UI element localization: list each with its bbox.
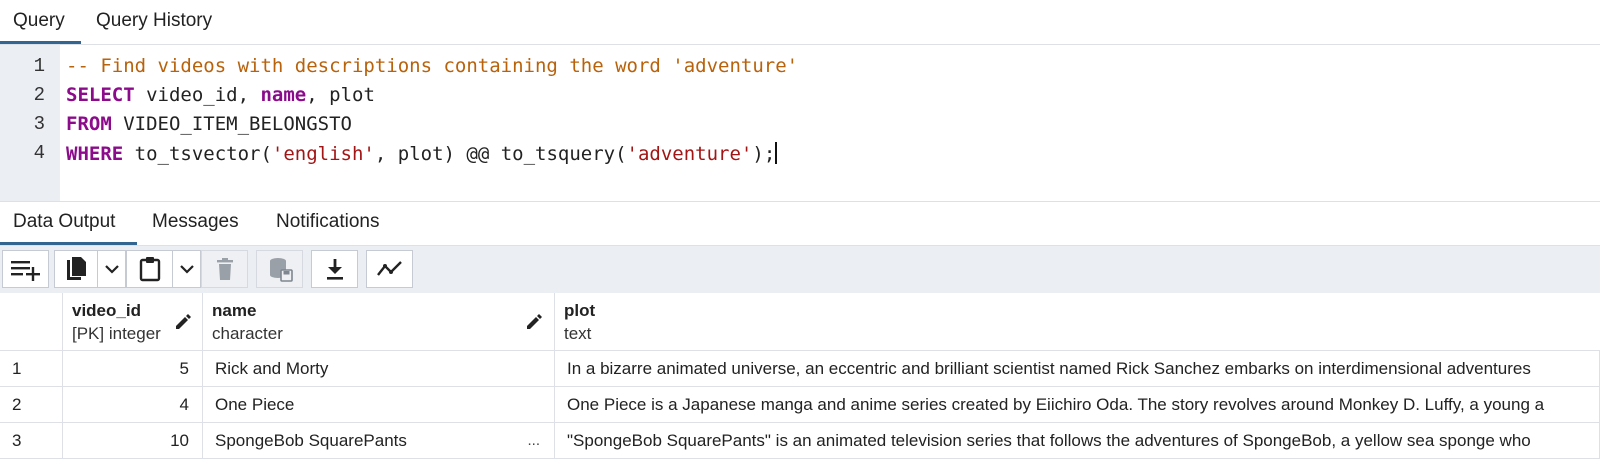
sql-keyword: SELECT	[66, 84, 135, 106]
cell-plot[interactable]: "SpongeBob SquarePants" is an animated t…	[555, 423, 1600, 459]
tab-messages[interactable]: Messages	[139, 202, 252, 245]
chevron-down-icon	[179, 265, 194, 274]
row-number-header[interactable]	[0, 293, 63, 351]
line-number: 2	[33, 84, 45, 106]
cell-video-id[interactable]: 5	[63, 351, 203, 387]
row-number[interactable]: 1	[0, 351, 63, 387]
tab-query[interactable]: Query	[0, 0, 81, 44]
column-name: name	[212, 301, 257, 320]
copy-button[interactable]	[54, 250, 98, 288]
cell-name[interactable]: Rick and Morty	[203, 351, 555, 387]
row-number[interactable]: 3	[0, 423, 63, 459]
sql-text: , plot	[306, 84, 375, 106]
cell-video-id[interactable]: 10	[63, 423, 203, 459]
query-tabs: Query Query History	[0, 0, 1600, 45]
sql-comment: -- Find videos with descriptions contain…	[66, 55, 799, 77]
sql-text: , plot) @@ to_tsquery(	[374, 143, 627, 165]
sql-keyword: WHERE	[66, 143, 124, 165]
paste-options-button[interactable]	[172, 250, 201, 288]
line-number: 4	[33, 142, 45, 164]
data-output-toolbar	[0, 246, 1600, 293]
sql-keyword: FROM	[66, 113, 112, 135]
text-caret	[775, 142, 778, 164]
table-row[interactable]: 2 4 One Piece One Piece is a Japanese ma…	[0, 387, 1600, 423]
delete-icon	[216, 258, 233, 280]
copy-options-button[interactable]	[97, 250, 126, 288]
row-number[interactable]: 2	[0, 387, 63, 423]
edit-pencil-icon[interactable]	[174, 313, 192, 331]
sql-keyword: name	[260, 84, 307, 106]
download-button[interactable]	[311, 250, 358, 288]
cell-name-text: SpongeBob SquarePants	[215, 431, 407, 450]
copy-icon	[67, 257, 86, 280]
line-number-gutter: 1 2 3 4	[0, 45, 60, 201]
cell-name[interactable]: One Piece	[203, 387, 555, 423]
cell-name[interactable]: SpongeBob SquarePants ...	[203, 423, 555, 459]
results-tabs: Data Output Messages Notifications	[0, 202, 1600, 246]
code-line-3[interactable]: FROM VIDEO_ITEM_BELONGSTO	[66, 113, 352, 135]
save-data-icon	[269, 258, 293, 282]
sql-editor[interactable]: 1 2 3 4 -- Find videos with descriptions…	[0, 45, 1600, 202]
code-line-1[interactable]: -- Find videos with descriptions contain…	[66, 55, 798, 77]
chevron-down-icon	[104, 265, 119, 274]
cell-plot[interactable]: One Piece is a Japanese manga and anime …	[555, 387, 1600, 423]
sql-string: 'english'	[271, 143, 375, 165]
sql-text: video_id,	[134, 84, 261, 106]
edit-pencil-icon[interactable]	[525, 313, 543, 331]
tab-data-output[interactable]: Data Output	[0, 202, 137, 245]
expand-ellipsis[interactable]: ...	[527, 423, 540, 458]
graph-visualiser-button[interactable]	[366, 250, 413, 288]
cell-plot[interactable]: In a bizarre animated universe, an eccen…	[555, 351, 1600, 387]
table-row[interactable]: 3 10 SpongeBob SquarePants ... "SpongeBo…	[0, 423, 1600, 459]
graph-icon	[376, 261, 402, 276]
column-type: text	[564, 324, 592, 343]
column-header-name[interactable]: name character	[203, 293, 555, 351]
tab-query-history[interactable]: Query History	[83, 0, 225, 44]
paste-button[interactable]	[126, 250, 173, 288]
cell-video-id[interactable]: 4	[63, 387, 203, 423]
column-name: plot	[564, 301, 596, 320]
code-line-2[interactable]: SELECT video_id, name, plot	[66, 84, 375, 106]
column-type: [PK] integer	[72, 324, 161, 343]
sql-text: to_tsvector(	[123, 143, 272, 165]
line-number: 1	[33, 55, 45, 77]
sql-text: VIDEO_ITEM_BELONGSTO	[111, 113, 352, 135]
add-row-button[interactable]	[2, 250, 49, 288]
paste-icon	[139, 257, 160, 282]
code-line-4[interactable]: WHERE to_tsvector('english', plot) @@ to…	[66, 142, 778, 165]
column-header-video-id[interactable]: video_id [PK] integer	[63, 293, 203, 351]
tab-notifications[interactable]: Notifications	[263, 202, 393, 245]
column-header-plot[interactable]: plot text	[555, 293, 1600, 351]
save-data-button[interactable]	[256, 250, 303, 288]
line-number: 3	[33, 113, 45, 135]
column-name: video_id	[72, 301, 141, 320]
delete-row-button[interactable]	[201, 250, 248, 288]
sql-text: );	[752, 143, 776, 165]
column-type: character	[212, 324, 283, 343]
add-row-icon	[10, 261, 40, 281]
table-row[interactable]: 1 5 Rick and Morty In a bizarre animated…	[0, 351, 1600, 387]
sql-string: 'adventure'	[626, 143, 753, 165]
download-icon	[326, 259, 343, 280]
